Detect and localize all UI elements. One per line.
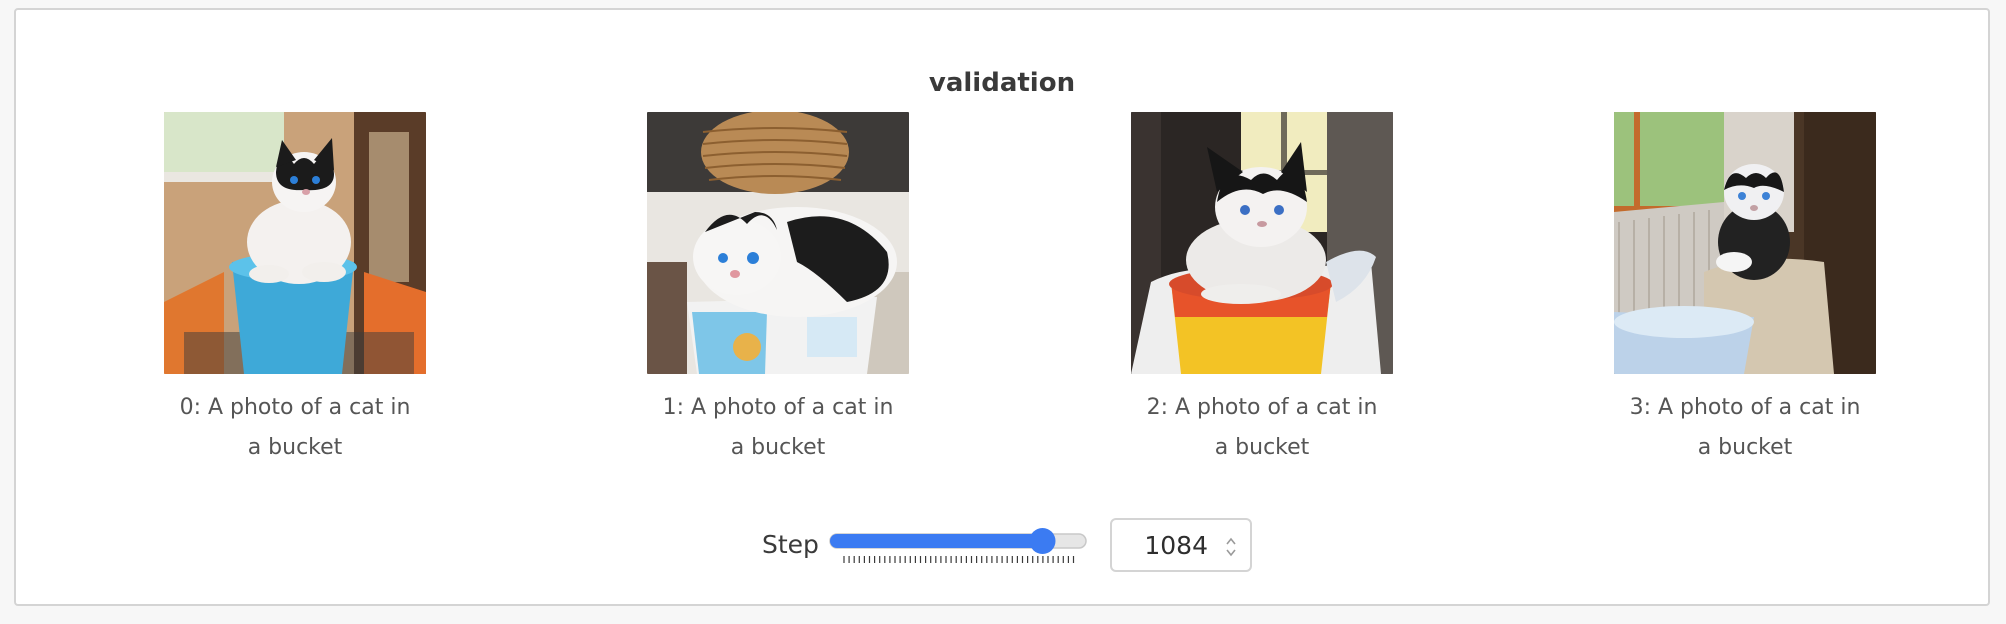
cat-in-bucket-image[interactable] <box>1614 112 1876 374</box>
spinner-icon[interactable] <box>1224 535 1238 559</box>
image-card: 3: A photo of a cat in a bucket <box>1595 112 1895 468</box>
image-card: 0: A photo of a cat in a bucket <box>145 112 445 468</box>
slider-fill <box>830 534 1043 548</box>
panel-title: validation <box>928 68 1076 98</box>
image-caption: 1: A photo of a cat in a bucket <box>662 395 894 460</box>
image-caption: 2: A photo of a cat in a bucket <box>1146 395 1378 460</box>
step-label: Step <box>762 530 819 559</box>
image-caption: 3: A photo of a cat in a bucket <box>1629 395 1861 460</box>
cat-in-bucket-image[interactable] <box>647 112 909 374</box>
cat-in-bucket-image[interactable] <box>1131 112 1393 374</box>
slider-thumb <box>1029 528 1056 554</box>
image-card: 2: A photo of a cat in a bucket <box>1112 112 1412 468</box>
step-value: 1084 <box>1144 531 1208 560</box>
slider-ticks <box>843 556 1075 563</box>
image-card: 1: A photo of a cat in a bucket <box>628 112 928 468</box>
step-slider[interactable] <box>826 528 1096 564</box>
step-number-input[interactable]: 1084 <box>1110 518 1252 572</box>
validation-panel: validation 0: A photo of a cat in a buck… <box>14 8 1990 606</box>
step-control: Step 1084 <box>16 518 1988 574</box>
cat-in-bucket-image[interactable] <box>164 112 426 374</box>
image-caption: 0: A photo of a cat in a bucket <box>179 395 411 460</box>
